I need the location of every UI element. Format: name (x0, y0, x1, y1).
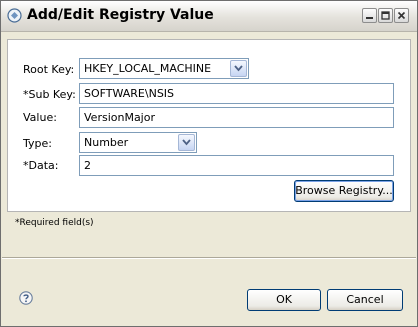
close-icon (397, 11, 406, 20)
root-key-value: HKEY_LOCAL_MACHINE (84, 62, 212, 75)
window-title: Add/Edit Registry Value (27, 7, 214, 23)
chevron-down-icon (234, 65, 243, 72)
close-button[interactable] (394, 8, 409, 23)
sub-key-label: *Sub Key: (23, 88, 76, 101)
form-panel: Root Key: HKEY_LOCAL_MACHINE *Sub Key: S… (7, 39, 411, 212)
browse-registry-button[interactable]: Browse Registry... (294, 180, 394, 202)
type-value: Number (84, 136, 129, 149)
data-input[interactable]: 2 (79, 155, 394, 176)
maximize-icon (381, 11, 390, 20)
cancel-button[interactable]: Cancel (327, 289, 403, 311)
required-note: *Required field(s) (15, 218, 94, 228)
data-label: *Data: (23, 159, 59, 172)
value-input[interactable]: VersionMajor (79, 107, 394, 128)
title-bar[interactable]: Add/Edit Registry Value (1, 1, 417, 32)
ok-button[interactable]: OK (247, 289, 321, 311)
root-key-label: Root Key: (23, 63, 75, 76)
app-icon (7, 8, 22, 23)
sub-key-input[interactable]: SOFTWARE\NSIS (79, 83, 394, 104)
help-icon[interactable] (19, 291, 33, 305)
maximize-button[interactable] (378, 8, 393, 23)
type-label: Type: (23, 137, 52, 150)
footer-divider (2, 257, 416, 259)
type-dropdown-button[interactable] (178, 134, 195, 151)
minimize-button[interactable] (362, 8, 377, 23)
root-key-dropdown-button[interactable] (230, 60, 247, 77)
chevron-down-icon (182, 139, 191, 146)
minimize-icon (366, 17, 373, 19)
dialog-window: Add/Edit Registry Value Root Key: HKEY_L… (0, 0, 418, 327)
value-label: Value: (23, 111, 57, 124)
root-key-select[interactable]: HKEY_LOCAL_MACHINE (79, 58, 249, 79)
type-select[interactable]: Number (79, 132, 197, 153)
